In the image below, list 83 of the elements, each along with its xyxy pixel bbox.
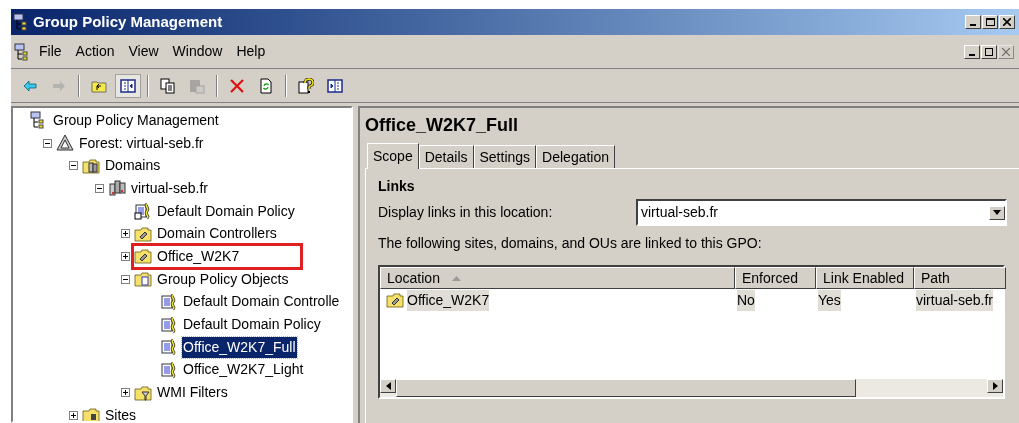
folder-filter-icon (134, 383, 152, 402)
tree-item[interactable]: Group Policy Management (52, 109, 220, 131)
tree-item[interactable]: WMI Filters (156, 382, 229, 404)
horizontal-scrollbar[interactable] (380, 379, 1003, 397)
gpo-scroll-icon (160, 360, 178, 379)
clipboard-icon (189, 77, 205, 94)
expand-toggle[interactable] (121, 251, 130, 261)
folder-scroll-icon (134, 270, 152, 289)
tree-item[interactable]: Office_W2K7_Full (182, 336, 297, 358)
location-label: Display links in this location: (378, 203, 554, 222)
column-header[interactable]: Enforced (735, 267, 816, 289)
expand-toggle[interactable] (69, 410, 78, 420)
tab[interactable]: Settings (473, 145, 537, 168)
column-header[interactable]: Path (914, 267, 1006, 289)
delete-x-icon (229, 77, 245, 94)
copy-icon (160, 77, 176, 94)
right-triangle-icon (992, 382, 998, 390)
folder-servers-icon (82, 156, 100, 175)
gpo-scroll-icon (160, 292, 178, 311)
servers-icon (108, 179, 126, 198)
column-header[interactable]: Link Enabled (816, 267, 914, 289)
action-pane-icon (327, 77, 343, 94)
tree-pane-icon (120, 77, 136, 94)
toolbar-button[interactable] (115, 73, 141, 98)
help-question-icon (298, 77, 314, 94)
menu-item[interactable]: Window (165, 41, 230, 62)
gpo-title: Office_W2K7_Full (365, 114, 520, 136)
gpo-scroll-icon (160, 338, 178, 357)
tree-item[interactable]: Office_W2K7 (156, 245, 241, 267)
collapse-toggle[interactable] (43, 138, 52, 148)
triangle-forest-icon (56, 134, 74, 153)
gpo-shortcut-icon (134, 202, 152, 221)
tree-item[interactable]: Domains (104, 155, 162, 177)
folder-book-icon (386, 291, 404, 309)
tree-item[interactable]: virtual-seb.fr (130, 177, 210, 199)
folder-book-icon (134, 247, 152, 266)
tree-item[interactable]: Group Policy Objects (156, 268, 290, 290)
tree-item[interactable]: Default Domain Policy (182, 314, 322, 336)
collapse-toggle[interactable] (121, 274, 130, 284)
menu-item[interactable]: View (121, 41, 166, 62)
menu-item[interactable]: Action (68, 41, 122, 62)
table-cell: No (737, 289, 755, 311)
tree-item[interactable]: Office_W2K7_Light (182, 359, 305, 381)
maximize-button[interactable] (982, 15, 998, 29)
table-cell: virtual-seb.fr (916, 289, 994, 311)
sort-ascending-icon (451, 275, 461, 281)
tab[interactable]: Details (418, 145, 474, 168)
close-icon (1002, 47, 1010, 56)
tab[interactable]: Delegation (536, 145, 616, 168)
tree-item[interactable]: Sites (104, 404, 138, 421)
tree-item[interactable]: Domain Controllers (156, 223, 278, 245)
table-cell: Yes (818, 289, 841, 311)
scroll-right-button[interactable] (987, 379, 1003, 393)
expand-toggle[interactable] (121, 229, 130, 239)
table-cell: Office_W2K7 (407, 289, 490, 311)
tree-item[interactable]: Forest: virtual-seb.fr (78, 132, 205, 154)
menu-item[interactable]: Help (229, 41, 273, 62)
column-header[interactable]: Location (380, 267, 735, 289)
location-dropdown[interactable]: virtual-seb.fr (636, 199, 1007, 226)
down-triangle-icon (993, 210, 1001, 215)
tab[interactable]: Scope (367, 143, 419, 169)
minimize-button[interactable] (965, 15, 981, 29)
refresh-page-icon (258, 77, 274, 94)
folder-sites-icon (82, 406, 100, 421)
minimize-button[interactable] (964, 44, 980, 59)
dropdown-arrow-button[interactable] (989, 205, 1005, 220)
links-caption: The following sites, domains, and OUs are linked to this GPO: (378, 234, 763, 253)
scroll-left-button[interactable] (380, 379, 396, 393)
gpo-scroll-icon (160, 315, 178, 334)
restore-button[interactable] (981, 44, 997, 59)
collapse-toggle[interactable] (95, 183, 104, 193)
close-button[interactable] (999, 15, 1015, 29)
tree-item[interactable]: Default Domain Policy (156, 200, 296, 222)
left-triangle-icon (385, 382, 391, 390)
expand-toggle[interactable] (121, 388, 130, 398)
window-title: Group Policy Management (33, 11, 223, 32)
folder-book-icon (134, 224, 152, 243)
section-heading: Links (378, 177, 416, 195)
menu-item[interactable]: File (32, 41, 69, 62)
tree-item[interactable]: Default Domain Controlle (182, 291, 341, 313)
close-icon (1003, 18, 1011, 26)
scroll-thumb[interactable] (396, 379, 856, 397)
collapse-toggle[interactable] (69, 161, 78, 171)
